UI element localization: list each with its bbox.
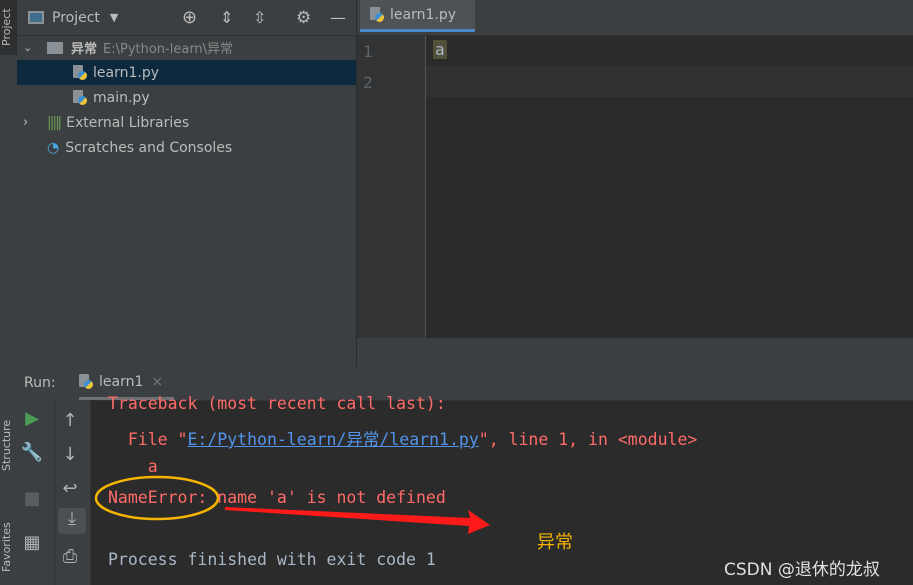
annotation-ellipse xyxy=(94,475,220,521)
annotation-overlay xyxy=(94,475,490,534)
watermark: CSDN @退休的龙叔 xyxy=(724,560,880,580)
annotation-label: 异常 xyxy=(537,532,573,553)
annotation-arrow xyxy=(225,507,490,534)
